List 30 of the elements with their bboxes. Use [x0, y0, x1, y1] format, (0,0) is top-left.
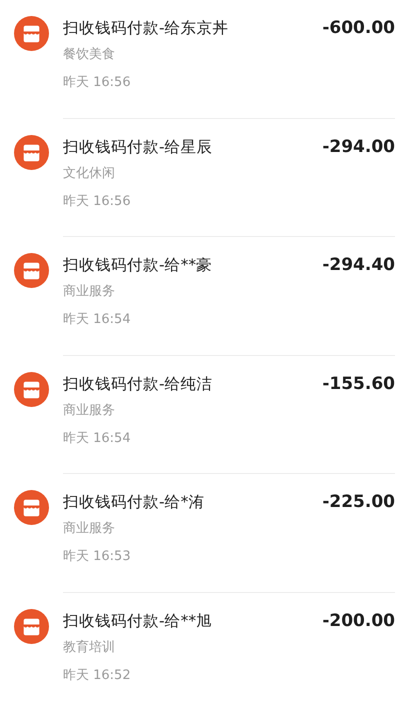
transaction-category: 商业服务 — [63, 520, 116, 538]
transaction-title: 扫收钱码付款-给**豪 — [63, 255, 214, 276]
transaction-title: 扫收钱码付款-给*洧 — [63, 492, 206, 513]
transaction-time: 昨天 16:54 — [63, 430, 132, 448]
transaction-title: 扫收钱码付款-给星辰 — [63, 136, 214, 158]
shop-icon — [14, 372, 49, 406]
transaction-amount: -225.00 — [322, 491, 395, 514]
transaction-amount: -200.00 — [322, 610, 395, 632]
transaction-amount: -294.00 — [322, 136, 395, 158]
transaction-time: 昨天 16:52 — [63, 666, 132, 684]
transaction-title: 扫收钱码付款-给**旭 — [63, 610, 214, 632]
transaction-amount: -294.40 — [322, 254, 395, 277]
shop-icon — [14, 608, 49, 644]
transaction-time: 昨天 16:54 — [63, 311, 132, 329]
transaction-category: 教育培训 — [63, 638, 116, 656]
shop-icon — [14, 134, 49, 170]
transaction-time: 昨天 16:56 — [63, 74, 132, 92]
shop-icon — [14, 253, 49, 288]
shop-icon — [14, 490, 49, 525]
shop-icon — [14, 16, 49, 51]
transaction-category: 文化休闲 — [63, 164, 116, 182]
transaction-time: 昨天 16:56 — [63, 192, 132, 210]
transaction-title: 扫收钱码付款-给东京丼 — [63, 18, 230, 39]
transaction-amount: -600.00 — [322, 17, 395, 40]
transaction-category: 商业服务 — [63, 402, 116, 420]
transaction-amount: -155.60 — [322, 372, 395, 396]
transaction-category: 餐饮美食 — [63, 46, 116, 64]
transaction-title: 扫收钱码付款-给纯洁 — [63, 374, 214, 394]
transaction-category: 商业服务 — [63, 283, 116, 301]
transaction-time: 昨天 16:53 — [63, 548, 132, 566]
